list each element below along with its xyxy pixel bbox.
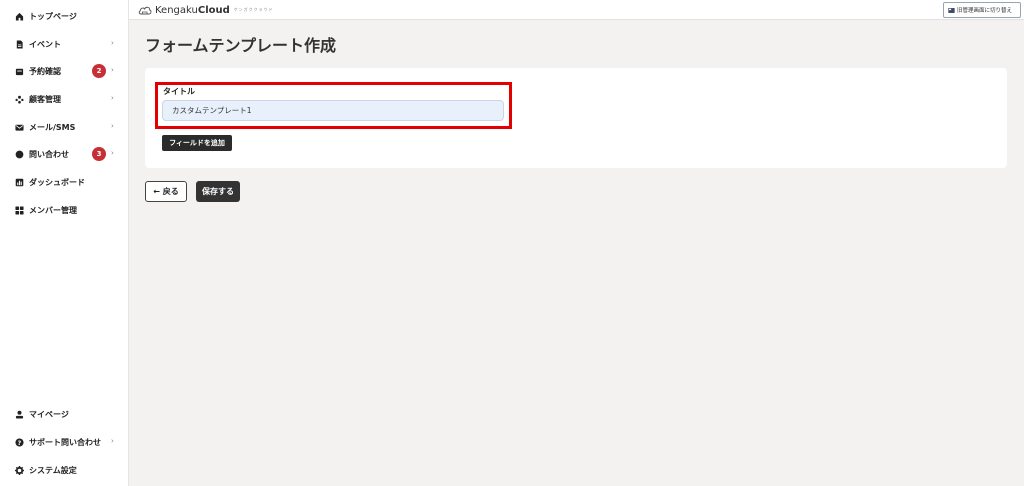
switch-icon [948,7,955,13]
notification-badge: 3 [92,147,106,161]
inbox-icon [14,66,24,76]
title-input[interactable] [162,100,504,121]
sidebar: トップページ イベント › 予約確認 2 › 顧客管理 › メール/SMS › … [0,0,129,486]
page-title: フォームテンプレート作成 [145,36,337,55]
sidebar-item-label: システム設定 [29,465,77,475]
sidebar-item-events[interactable]: イベント › [0,31,129,57]
chart-icon [14,177,24,187]
chevron-right-icon: › [111,149,114,157]
sidebar-item-label: 顧客管理 [29,94,61,104]
svg-text:?: ? [17,439,21,446]
sidebar-item-label: マイページ [29,409,69,419]
title-field-label: タイトル [163,87,195,96]
logo[interactable]: KengakuCloud ケンガククラウド [138,3,274,17]
sidebar-item-my-page[interactable]: マイページ [0,401,129,427]
sidebar-item-inquiries[interactable]: 問い合わせ 3 › [0,141,129,167]
grid-icon [14,205,24,215]
document-icon [14,39,24,49]
mail-icon [14,122,24,132]
gear-icon [14,465,24,475]
chevron-right-icon: › [111,437,114,445]
sidebar-item-mail-sms[interactable]: メール/SMS › [0,114,129,140]
sidebar-item-top-page[interactable]: トップページ [0,3,129,29]
sidebar-item-label: サポート問い合わせ [29,437,101,447]
sidebar-item-label: 問い合わせ [29,149,69,159]
sidebar-item-system-settings[interactable]: システム設定 [0,457,129,483]
sidebar-item-dashboard[interactable]: ダッシュボード [0,169,129,195]
add-field-button[interactable]: フィールドを追加 [162,135,232,151]
switch-to-old-admin-button[interactable]: 旧管理画面に切り替え [943,2,1021,18]
home-icon [14,11,24,21]
sidebar-item-customers[interactable]: 顧客管理 › [0,86,129,112]
sidebar-item-support[interactable]: ? サポート問い合わせ › [0,429,129,455]
help-icon: ? [14,437,24,447]
user-icon [14,409,24,419]
top-bar: KengakuCloud ケンガククラウド 旧管理画面に切り替え [129,0,1024,20]
users-icon [14,94,24,104]
save-button[interactable]: 保存する [196,181,240,202]
notification-badge: 2 [92,64,106,78]
back-button[interactable]: ← 戻る [145,181,187,202]
sidebar-item-members[interactable]: メンバー管理 [0,197,129,223]
chevron-right-icon: › [111,66,114,74]
logo-subtext: ケンガククラウド [233,7,274,12]
cloud-logo-icon [138,6,152,15]
sidebar-item-label: イベント [29,39,61,49]
sidebar-item-label: メンバー管理 [29,205,77,215]
chevron-right-icon: › [111,39,114,47]
sidebar-item-label: 予約確認 [29,66,61,76]
logo-text: KengakuCloud [155,4,230,16]
sidebar-item-label: メール/SMS [29,122,76,132]
chevron-right-icon: › [111,122,114,130]
sidebar-item-label: トップページ [29,11,77,21]
switch-button-label: 旧管理画面に切り替え [957,8,1013,14]
chevron-right-icon: › [111,94,114,102]
sidebar-item-label: ダッシュボード [29,177,85,187]
sidebar-item-reservations[interactable]: 予約確認 2 › [0,58,129,84]
chat-icon [14,149,24,159]
